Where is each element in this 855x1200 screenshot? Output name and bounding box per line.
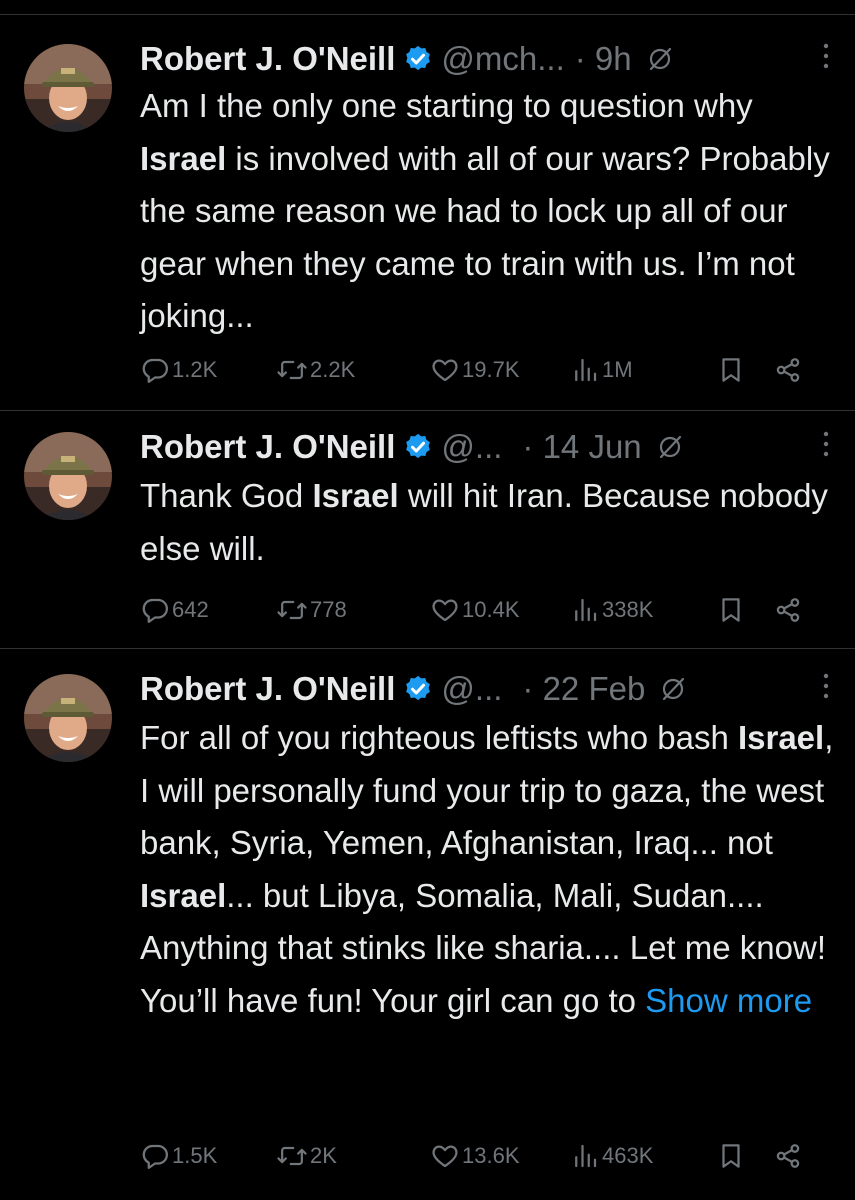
avatar[interactable] (24, 674, 112, 762)
verified-badge-icon (406, 433, 431, 459)
views-count: 338K (602, 597, 654, 622)
text-segment: is involved with all of our wars? Probab… (140, 139, 830, 335)
reply-count: 642 (172, 597, 209, 622)
repost-count: 778 (310, 597, 347, 622)
text-segment: For all of you righteous leftists who ba… (140, 719, 738, 756)
share-button[interactable] (772, 590, 804, 630)
author-handle[interactable]: @mch... (441, 40, 564, 78)
tweet-actions: 1.5K 2K 13.6K 463K (140, 1136, 835, 1176)
views-button[interactable]: 338K (570, 590, 653, 630)
grok-icon[interactable] (659, 675, 687, 703)
text-segment: Am I the only one starting to question w… (140, 87, 753, 124)
reply-button[interactable]: 642 (140, 590, 209, 630)
views-icon (575, 598, 597, 622)
share-icon (776, 1144, 800, 1168)
reply-button[interactable]: 1.2K (140, 350, 217, 390)
views-count: 1M (602, 357, 633, 382)
verified-badge-icon (406, 45, 431, 71)
reply-icon (142, 598, 168, 623)
grok-icon[interactable] (656, 433, 684, 461)
repost-icon (277, 360, 307, 380)
like-button[interactable]: 10.4K (430, 590, 520, 630)
bookmark-button[interactable] (716, 590, 746, 630)
tweet[interactable]: Robert J. O'Neill @... · 14 Jun Thank Go… (0, 422, 855, 644)
more-icon[interactable] (821, 668, 831, 704)
tweet-text: Am I the only one starting to question w… (140, 80, 835, 343)
bold-keyword: Israel (140, 139, 227, 177)
top-divider (0, 14, 855, 15)
reply-count: 1.2K (172, 357, 218, 382)
repost-icon (277, 1146, 307, 1166)
timestamp[interactable]: · 9h (575, 40, 632, 78)
reply-icon (142, 358, 168, 383)
tweet-actions: 1.2K 2.2K 19.7K 1M (140, 350, 835, 390)
tweet-text: Thank God Israel will hit Iran. Because … (140, 470, 835, 575)
views-count: 463K (602, 1143, 654, 1168)
tweet-header: Robert J. O'Neill @... · 14 Jun (140, 422, 835, 472)
author-name[interactable]: Robert J. O'Neill (140, 40, 395, 78)
like-count: 19.7K (462, 357, 520, 382)
bold-keyword: Israel (737, 719, 825, 756)
bold-keyword: Israel (140, 876, 227, 914)
text-segment: Thank God (140, 477, 313, 514)
share-button[interactable] (772, 1136, 804, 1176)
more-icon[interactable] (821, 38, 831, 74)
like-count: 13.6K (462, 1143, 520, 1168)
repost-count: 2.2K (310, 357, 356, 382)
grok-icon[interactable] (646, 45, 674, 73)
reply-icon (142, 1144, 168, 1169)
bookmark-icon (722, 1144, 740, 1168)
tweet[interactable]: Robert J. O'Neill @mch... · 9h Am I the … (0, 34, 855, 409)
author-name[interactable]: Robert J. O'Neill (140, 670, 395, 708)
views-icon (575, 358, 597, 382)
avatar[interactable] (24, 432, 112, 520)
author-handle[interactable]: @... (441, 670, 502, 708)
repost-count: 2K (310, 1143, 337, 1168)
like-icon (432, 359, 458, 382)
bookmark-icon (722, 358, 740, 382)
bookmark-button[interactable] (716, 350, 746, 390)
share-button[interactable] (772, 350, 804, 390)
timestamp[interactable]: · 14 Jun (522, 428, 641, 466)
views-button[interactable]: 463K (570, 1136, 653, 1176)
share-icon (776, 598, 800, 622)
avatar[interactable] (24, 44, 112, 132)
tweet-divider (0, 648, 855, 649)
share-icon (776, 358, 800, 382)
like-icon (432, 599, 458, 622)
like-button[interactable]: 13.6K (430, 1136, 520, 1176)
repost-button[interactable]: 2.2K (276, 350, 355, 390)
like-count: 10.4K (462, 597, 520, 622)
repost-icon (277, 600, 307, 620)
tweet-divider (0, 410, 855, 411)
tweet[interactable]: Robert J. O'Neill @... · 22 Feb For all … (0, 664, 855, 1200)
bookmark-icon (722, 598, 740, 622)
tweet-text: For all of you righteous leftists who ba… (140, 712, 835, 1027)
author-handle[interactable]: @... (441, 428, 502, 466)
reply-count: 1.5K (172, 1143, 218, 1168)
reply-button[interactable]: 1.5K (140, 1136, 217, 1176)
more-icon[interactable] (821, 426, 831, 462)
author-name[interactable]: Robert J. O'Neill (140, 428, 395, 466)
tweet-header: Robert J. O'Neill @mch... · 9h (140, 34, 835, 84)
repost-button[interactable]: 778 (276, 590, 347, 630)
like-icon (432, 1145, 458, 1168)
tweet-actions: 642 778 10.4K 338K (140, 590, 835, 630)
views-button[interactable]: 1M (570, 350, 633, 390)
tweet-header: Robert J. O'Neill @... · 22 Feb (140, 664, 835, 714)
bookmark-button[interactable] (716, 1136, 746, 1176)
timestamp[interactable]: · 22 Feb (522, 670, 645, 708)
show-more-link[interactable]: Show more (645, 982, 812, 1019)
verified-badge-icon (406, 675, 431, 701)
views-icon (575, 1144, 597, 1168)
like-button[interactable]: 19.7K (430, 350, 520, 390)
repost-button[interactable]: 2K (276, 1136, 337, 1176)
bold-keyword: Israel (312, 477, 399, 514)
